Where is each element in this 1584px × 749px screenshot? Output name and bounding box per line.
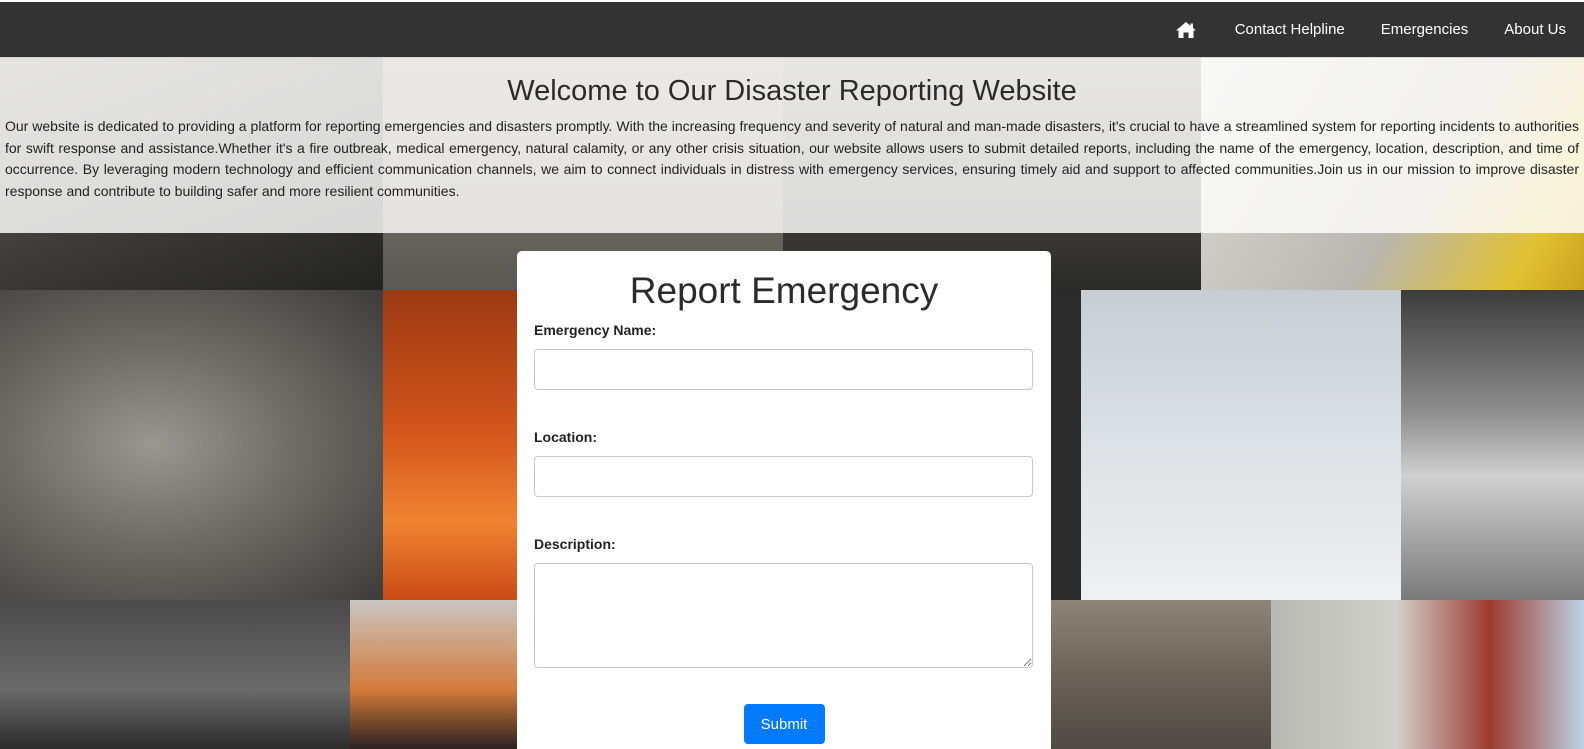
location-input[interactable] [534,456,1033,497]
submit-button[interactable]: Submit [743,704,825,744]
description-textarea[interactable] [534,563,1033,668]
background-photo [350,600,523,749]
page: Contact Helpline Emergencies About Us We… [0,0,1584,749]
form-title: Report Emergency [629,270,939,311]
description-label: Description: [534,536,616,552]
report-form-card: Report Emergency Emergency Name: Locatio… [517,251,1051,749]
background-photo [1271,600,1584,749]
navbar: Contact Helpline Emergencies About Us [0,2,1584,57]
background-photo [1081,290,1401,600]
emergency-name-label: Emergency Name: [534,322,657,338]
background-photo [1051,290,1081,600]
background-photo [1051,600,1271,749]
top-border [0,0,1584,2]
background-photo [0,290,383,600]
hero-title: Welcome to Our Disaster Reporting Websit… [507,75,1077,107]
nav-link-contact-helpline[interactable]: Contact Helpline [1235,21,1345,38]
location-label: Location: [534,429,597,445]
emergency-name-input[interactable] [534,349,1033,390]
home-icon[interactable] [1175,21,1197,39]
submit-wrapper: Submit [534,704,1034,744]
hero-description: Our website is dedicated to providing a … [5,118,1579,199]
background-photo [0,600,350,749]
hero-section: Welcome to Our Disaster Reporting Websit… [0,57,1584,233]
nav-link-about-us[interactable]: About Us [1504,21,1566,38]
nav-link-emergencies[interactable]: Emergencies [1381,21,1469,38]
background-photo [383,290,523,600]
background-photo [1401,290,1584,600]
